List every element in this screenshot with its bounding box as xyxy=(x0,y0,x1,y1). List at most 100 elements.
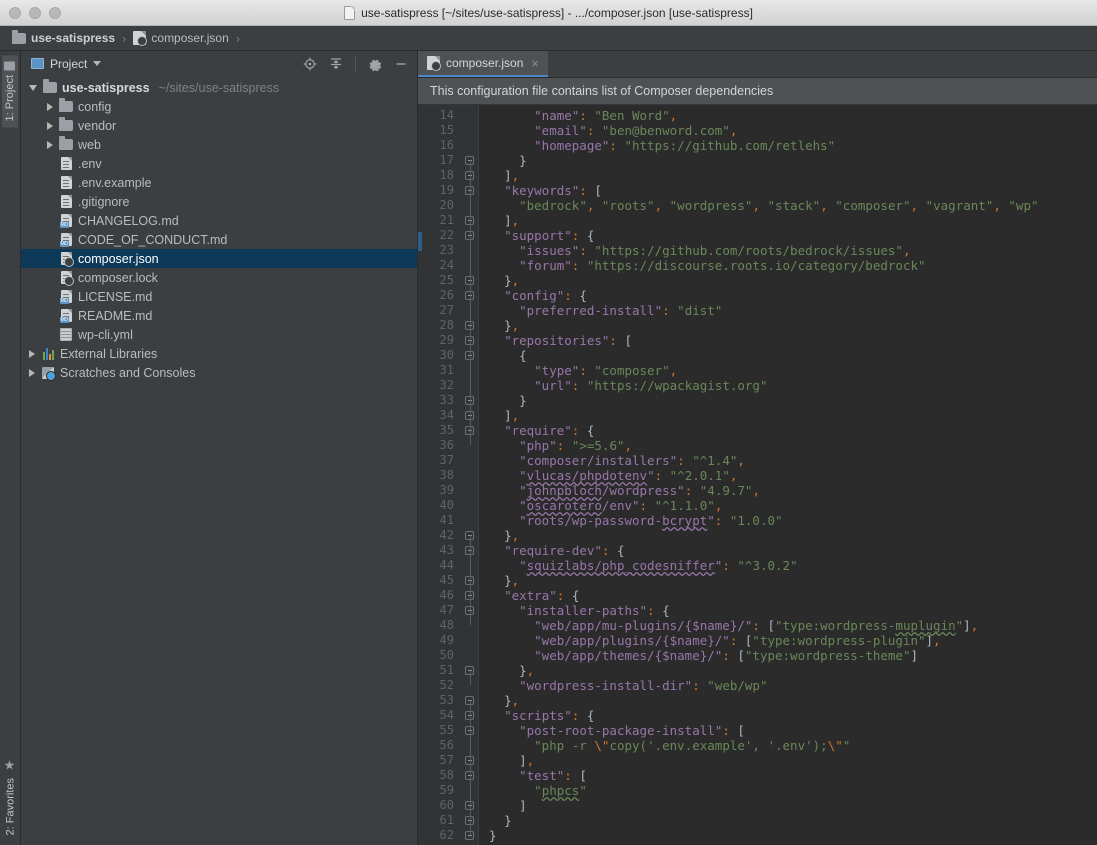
chevron-down-icon[interactable] xyxy=(93,61,102,66)
tree-node-label: use-satispress xyxy=(62,80,150,95)
line-number: 32 xyxy=(439,378,454,392)
tree-node-external-libraries[interactable]: External Libraries xyxy=(21,344,417,363)
window-controls[interactable] xyxy=(0,6,61,19)
folder-icon xyxy=(4,61,16,70)
code-line: "wordpress-install-dir": "web/wp" xyxy=(519,678,768,693)
tool-window-project-label: 1: Project xyxy=(4,75,16,122)
close-window-button[interactable] xyxy=(9,6,21,19)
line-number: 34 xyxy=(439,408,454,422)
editor-tab-label: composer.json xyxy=(446,56,524,70)
code-line: } xyxy=(489,828,497,843)
expand-arrow-icon[interactable] xyxy=(29,368,35,377)
collapse-all-icon[interactable] xyxy=(326,54,346,74)
maximize-window-button[interactable] xyxy=(49,6,61,19)
code-line: "squizlabs/php_codesniffer": "^3.0.2" xyxy=(519,558,798,573)
tree-node-label: wp-cli.yml xyxy=(78,327,133,342)
close-icon[interactable]: × xyxy=(531,56,539,71)
tree-node-code-of-conduct-md[interactable]: MD CODE_OF_CONDUCT.md xyxy=(21,230,417,249)
line-number: 19 xyxy=(439,183,454,197)
tree-node-env[interactable]: .env xyxy=(21,154,417,173)
json-file-icon xyxy=(133,31,148,46)
json-file-icon xyxy=(59,271,74,286)
folder-icon xyxy=(59,98,73,112)
code-line: "vlucas/phpdotenv": "^2.0.1", xyxy=(519,468,738,483)
code-line: { xyxy=(519,348,527,363)
minimize-window-button[interactable] xyxy=(29,6,41,19)
tree-node-composer-lock[interactable]: composer.lock xyxy=(21,268,417,287)
code-line: "roots/wp-password-bcrypt": "1.0.0" xyxy=(519,513,783,528)
code-line: }, xyxy=(519,663,535,678)
window-title-text: use-satispress [~/sites/use-satispress] … xyxy=(361,5,753,20)
fold-region-line xyxy=(469,730,471,775)
tree-node-license-md[interactable]: MD LICENSE.md xyxy=(21,287,417,306)
line-number: 56 xyxy=(439,738,454,752)
code-folding-gutter[interactable] xyxy=(462,105,478,845)
code-line: "php": ">=5.6", xyxy=(519,438,633,453)
project-icon xyxy=(31,58,44,69)
markdown-file-icon: MD xyxy=(59,290,73,304)
folder-icon xyxy=(59,117,73,131)
window-title: use-satispress [~/sites/use-satispress] … xyxy=(0,0,1097,25)
code-line: } xyxy=(504,813,512,828)
tree-node-label: composer.lock xyxy=(78,270,158,285)
code-line: "web/app/mu-plugins/{$name}/": ["type:wo… xyxy=(534,618,979,633)
json-file-icon xyxy=(427,56,441,71)
editor-area: composer.json × This configuration file … xyxy=(418,51,1097,845)
expand-arrow-icon[interactable] xyxy=(47,140,53,149)
scroll-from-source-icon[interactable] xyxy=(300,54,320,74)
tool-window-tab-favorites[interactable]: 2: Favorites ★ xyxy=(1,752,20,841)
tree-node-scratches-and-consoles[interactable]: Scratches and Consoles xyxy=(21,363,417,382)
breadcrumb-item-file[interactable]: composer.json xyxy=(129,31,232,46)
line-number: 20 xyxy=(439,198,454,212)
tree-node-gitignore[interactable]: .gitignore xyxy=(21,192,417,211)
tool-window-tab-project[interactable]: 1: Project xyxy=(2,55,18,128)
code-line: ], xyxy=(504,168,520,183)
expand-arrow-icon[interactable] xyxy=(47,102,53,111)
fold-region-line xyxy=(469,595,471,625)
gear-icon[interactable] xyxy=(365,54,385,74)
code-line: ], xyxy=(504,408,520,423)
code-line: "preferred-install": "dist" xyxy=(519,303,723,318)
code-line: ], xyxy=(504,213,520,228)
expand-arrow-icon[interactable] xyxy=(29,84,37,91)
expand-arrow-icon[interactable] xyxy=(47,121,53,130)
editor-tab-composer-json[interactable]: composer.json × xyxy=(418,51,548,77)
tree-node-vendor[interactable]: vendor xyxy=(21,116,417,135)
tree-node-label: CHANGELOG.md xyxy=(78,213,179,228)
project-panel-title: Project xyxy=(50,56,88,71)
line-number: 42 xyxy=(439,528,454,542)
tree-node-composer-json[interactable]: composer.json xyxy=(21,249,417,268)
folder-icon xyxy=(43,79,57,93)
breadcrumb-project-label: use-satispress xyxy=(31,31,116,45)
expand-arrow-icon[interactable] xyxy=(29,349,35,358)
line-number: 51 xyxy=(439,663,454,677)
tree-node-web[interactable]: web xyxy=(21,135,417,154)
libraries-icon xyxy=(41,347,55,360)
code-editor[interactable]: 14 15 16 17 18 19 20 21 22 23 24 25 26 27 28 29 30 31 32 33… xyxy=(418,105,1097,845)
code-line: "repositories": [ xyxy=(504,333,633,348)
code-line: "type": "composer", xyxy=(534,363,678,378)
line-number: 39 xyxy=(439,483,454,497)
code-line: "test": [ xyxy=(519,768,587,783)
code-line: "forum": "https://discourse.roots.io/cat… xyxy=(519,258,926,273)
tree-node-changelog-md[interactable]: MD CHANGELOG.md xyxy=(21,211,417,230)
markdown-file-icon: MD xyxy=(59,233,73,247)
line-number: 53 xyxy=(439,693,454,707)
tree-node-config[interactable]: config xyxy=(21,97,417,116)
hide-icon[interactable] xyxy=(391,54,411,74)
fold-region-line xyxy=(469,415,471,445)
tree-node-wp-cli-yml[interactable]: wp-cli.yml xyxy=(21,325,417,344)
tree-node-use-satispress[interactable]: use-satispress ~/sites/use-satispress xyxy=(21,78,417,97)
line-number: 38 xyxy=(439,468,454,482)
project-tree[interactable]: use-satispress ~/sites/use-satispress conf… xyxy=(21,76,417,845)
tree-node-readme-md[interactable]: MD README.md xyxy=(21,306,417,325)
breadcrumb-separator-2: › xyxy=(235,30,241,46)
fold-region-line xyxy=(469,235,471,280)
tree-node-env-example[interactable]: .env.example xyxy=(21,173,417,192)
line-number: 50 xyxy=(439,648,454,662)
breadcrumb-item-project[interactable]: use-satispress xyxy=(8,29,119,45)
line-number: 22 xyxy=(439,228,454,242)
code-content[interactable]: "name": "Ben Word", "email": "ben@benwor… xyxy=(479,105,1097,845)
code-line: "require": { xyxy=(504,423,595,438)
code-line: "composer/installers": "^1.4", xyxy=(519,453,745,468)
